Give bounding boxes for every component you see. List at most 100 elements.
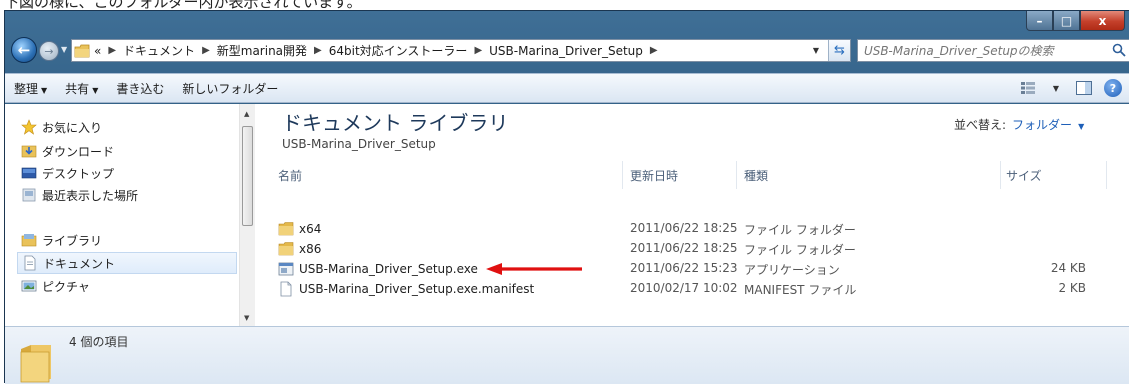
- navigation-pane: お気に入り ダウンロード デスクトップ 最近表示した場所 ライブラリ ドキュメン…: [5, 104, 255, 326]
- file-name-cell: x86: [278, 241, 321, 257]
- column-header-type[interactable]: 種類: [744, 161, 768, 189]
- search-input[interactable]: [864, 43, 1104, 58]
- item-count: 4 個の項目: [69, 335, 129, 349]
- libraries-icon: [21, 234, 37, 247]
- breadcrumb-overflow[interactable]: «: [94, 44, 101, 58]
- address-history-dropdown[interactable]: ▼: [806, 40, 826, 61]
- column-divider[interactable]: [736, 161, 737, 189]
- scroll-up-icon[interactable]: ▲: [244, 110, 249, 118]
- file-modified: 2011/06/22 18:25: [630, 241, 738, 255]
- search-box[interactable]: [857, 39, 1129, 62]
- nav-downloads[interactable]: ダウンロード: [21, 140, 114, 162]
- nav-documents-label: ドキュメント: [43, 256, 116, 271]
- burn-button[interactable]: 書き込む: [107, 80, 173, 97]
- breadcrumb-installer[interactable]: 64bit対応インストーラー: [329, 42, 468, 59]
- nav-libraries[interactable]: ライブラリ: [21, 229, 102, 251]
- breadcrumb-setup-folder[interactable]: USB-Marina_Driver_Setup: [489, 44, 643, 58]
- view-controls: ▼ ?: [1014, 78, 1129, 98]
- view-options-dropdown[interactable]: ▼: [1042, 78, 1070, 98]
- nav-recent-places[interactable]: 最近表示した場所: [21, 184, 138, 206]
- column-header-modified[interactable]: 更新日時: [630, 161, 678, 189]
- address-row: ← → ▼ « ▶ ドキュメント ▶ 新型marina開発 ▶ 64bit対応イ…: [5, 33, 1129, 67]
- document-caption: 下図の様に、このフォルダー内が表示されています。: [0, 0, 1129, 10]
- nav-pictures[interactable]: ピクチャ: [21, 275, 90, 297]
- chevron-down-icon: ▼: [41, 85, 48, 95]
- back-button[interactable]: ←: [11, 37, 37, 63]
- file-row[interactable]: USB-Marina_Driver_Setup.exe 2011/06/22 1…: [278, 259, 1108, 279]
- maximize-button[interactable]: □: [1053, 11, 1080, 31]
- downloads-folder-icon: [21, 145, 37, 158]
- breadcrumb-separator-icon[interactable]: ▶: [108, 45, 116, 56]
- preview-pane-button[interactable]: [1070, 78, 1098, 98]
- organize-menu[interactable]: 整理 ▼: [5, 80, 56, 97]
- help-button[interactable]: ?: [1104, 79, 1122, 97]
- scroll-down-icon[interactable]: ▼: [244, 314, 249, 322]
- file-row[interactable]: USB-Marina_Driver_Setup.exe.manifest 201…: [278, 279, 1108, 299]
- address-bar[interactable]: « ▶ ドキュメント ▶ 新型marina開発 ▶ 64bit対応インストーラー…: [71, 39, 851, 62]
- sort-label: 並べ替え:: [954, 118, 1007, 132]
- file-name-cell: USB-Marina_Driver_Setup.exe.manifest: [278, 281, 534, 297]
- annotation-arrow-icon: [485, 263, 582, 275]
- breadcrumb-separator-icon[interactable]: ▶: [474, 45, 482, 56]
- change-view-button[interactable]: [1014, 78, 1042, 98]
- sort-value[interactable]: フォルダー: [1012, 118, 1072, 132]
- file-type: アプリケーション: [744, 263, 840, 277]
- recent-pages-dropdown[interactable]: ▼: [61, 45, 67, 54]
- star-icon: [21, 119, 37, 135]
- column-header-modified-label: 更新日時: [630, 168, 679, 183]
- library-title: ドキュメント ライブラリ: [282, 111, 509, 135]
- breadcrumb-separator-icon[interactable]: ▶: [314, 45, 322, 56]
- minimize-icon: –: [1036, 13, 1043, 28]
- nav-downloads-label: ダウンロード: [42, 144, 115, 159]
- window-controls: – □ x: [1026, 11, 1125, 31]
- scrollbar-thumb[interactable]: [242, 126, 253, 226]
- recent-places-icon: [22, 188, 36, 202]
- close-button[interactable]: x: [1080, 11, 1125, 31]
- library-subtitle[interactable]: USB-Marina_Driver_Setup: [282, 137, 436, 151]
- view-list-icon: [1021, 82, 1035, 94]
- nav-documents[interactable]: ドキュメント: [17, 252, 237, 274]
- chevron-down-icon[interactable]: ▼: [1078, 122, 1084, 131]
- close-icon: x: [1098, 13, 1107, 28]
- file-row[interactable]: x86 2011/06/22 18:25 ファイル フォルダー: [278, 239, 1108, 259]
- column-header-name[interactable]: 名前: [278, 161, 302, 189]
- file-row[interactable]: x64 2011/06/22 18:25 ファイル フォルダー: [278, 219, 1108, 239]
- file-modified: 2010/02/17 10:02: [630, 281, 738, 295]
- preview-pane-icon: [1076, 81, 1092, 95]
- column-divider[interactable]: [622, 161, 623, 189]
- file-icon: [280, 281, 292, 297]
- maximize-icon: □: [1060, 13, 1073, 28]
- file-size: 2 KB: [1058, 281, 1086, 295]
- column-divider[interactable]: [1106, 161, 1107, 189]
- file-modified: 2011/06/22 18:25: [630, 221, 738, 235]
- nav-favorites[interactable]: お気に入り: [21, 116, 102, 138]
- breadcrumb-separator-icon[interactable]: ▶: [202, 45, 210, 56]
- nav-recent-label: 最近表示した場所: [42, 188, 139, 203]
- file-name: x86: [299, 242, 322, 256]
- nav-pane-scrollbar[interactable]: ▲ ▼: [239, 104, 255, 326]
- command-bar: 整理 ▼ 共有 ▼ 書き込む 新しいフォルダー ▼ ?: [5, 73, 1129, 103]
- breadcrumb-marina-dev[interactable]: 新型marina開発: [217, 42, 307, 59]
- organize-label: 整理: [14, 81, 39, 96]
- share-menu[interactable]: 共有 ▼: [56, 80, 107, 97]
- column-divider[interactable]: [1000, 161, 1001, 189]
- application-icon: [278, 262, 294, 276]
- minimize-button[interactable]: –: [1026, 11, 1053, 31]
- breadcrumb-separator-icon[interactable]: ▶: [650, 45, 658, 56]
- new-folder-button[interactable]: 新しいフォルダー: [173, 80, 287, 97]
- pictures-icon: [21, 280, 37, 292]
- forward-arrow-icon: →: [44, 44, 54, 58]
- document-icon: [24, 255, 36, 271]
- search-icon[interactable]: [1112, 43, 1126, 57]
- column-header-size[interactable]: サイズ: [1006, 161, 1042, 189]
- details-pane: 4 個の項目: [5, 326, 1129, 384]
- breadcrumb-documents[interactable]: ドキュメント: [123, 42, 195, 59]
- folder-icon: [278, 242, 294, 256]
- nav-desktop[interactable]: デスクトップ: [21, 162, 114, 184]
- new-folder-label: 新しいフォルダー: [182, 81, 279, 96]
- body-area: お気に入り ダウンロード デスクトップ 最近表示した場所 ライブラリ ドキュメン…: [5, 104, 1129, 326]
- forward-button[interactable]: →: [39, 41, 59, 61]
- refresh-button[interactable]: ⇆: [828, 40, 850, 61]
- file-type: MANIFEST ファイル: [744, 283, 857, 297]
- desktop-icon: [21, 167, 37, 179]
